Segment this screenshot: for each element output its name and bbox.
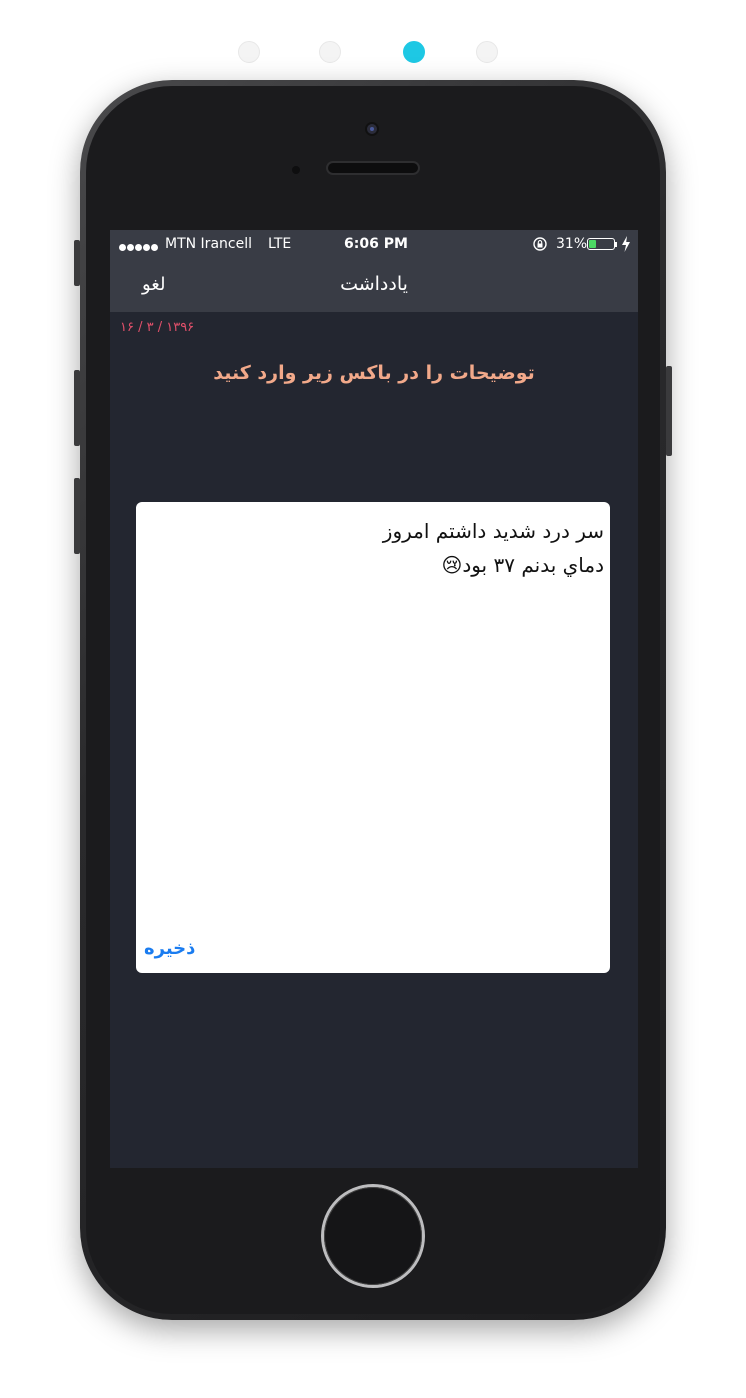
battery-icon bbox=[587, 238, 615, 250]
status-bar: MTN Irancell LTE 6:06 PM 31% bbox=[110, 230, 638, 258]
network-type: LTE bbox=[268, 236, 292, 252]
note-text[interactable]: سر درد شديد داشتم امروز دماي بدنم ۳۷ بود… bbox=[164, 514, 604, 582]
status-time: 6:06 PM bbox=[344, 236, 408, 252]
cancel-button[interactable]: لغو bbox=[142, 274, 165, 295]
volume-down-button bbox=[74, 478, 80, 554]
volume-up-button bbox=[74, 370, 80, 446]
battery-percent: 31% bbox=[556, 236, 588, 252]
battery-cap bbox=[615, 242, 617, 247]
page-dot-3-active[interactable] bbox=[403, 41, 425, 63]
instruction-text: توضیحات را در باکس زیر وارد کنید bbox=[213, 362, 535, 384]
front-camera bbox=[365, 122, 379, 136]
signal-dots-icon bbox=[119, 239, 159, 255]
power-button bbox=[666, 366, 672, 456]
note-date: ۱۶ / ۳ / ۱۳۹۶ bbox=[120, 320, 195, 335]
page-title: یادداشت bbox=[340, 273, 408, 295]
proximity-sensor bbox=[292, 166, 300, 174]
battery-level bbox=[589, 240, 596, 248]
page-dot-4[interactable] bbox=[476, 41, 498, 63]
navigation-bar: MTN Irancell LTE 6:06 PM 31% یادداشت لغو bbox=[110, 230, 638, 312]
page: MTN Irancell LTE 6:06 PM 31% یادداشت لغو… bbox=[0, 0, 746, 1398]
mute-switch bbox=[74, 240, 80, 286]
home-button[interactable] bbox=[324, 1187, 422, 1285]
phone-screen: MTN Irancell LTE 6:06 PM 31% یادداشت لغو… bbox=[110, 230, 638, 1168]
earpiece-speaker bbox=[326, 161, 420, 175]
charging-bolt-icon bbox=[622, 236, 630, 252]
save-button[interactable]: ذخیره bbox=[144, 938, 195, 959]
page-indicator bbox=[0, 41, 746, 67]
page-dot-1[interactable] bbox=[238, 41, 260, 63]
rotation-lock-icon bbox=[533, 237, 547, 251]
carrier-name: MTN Irancell bbox=[165, 236, 252, 252]
note-text-area[interactable]: سر درد شديد داشتم امروز دماي بدنم ۳۷ بود… bbox=[136, 502, 610, 973]
page-dot-2[interactable] bbox=[319, 41, 341, 63]
